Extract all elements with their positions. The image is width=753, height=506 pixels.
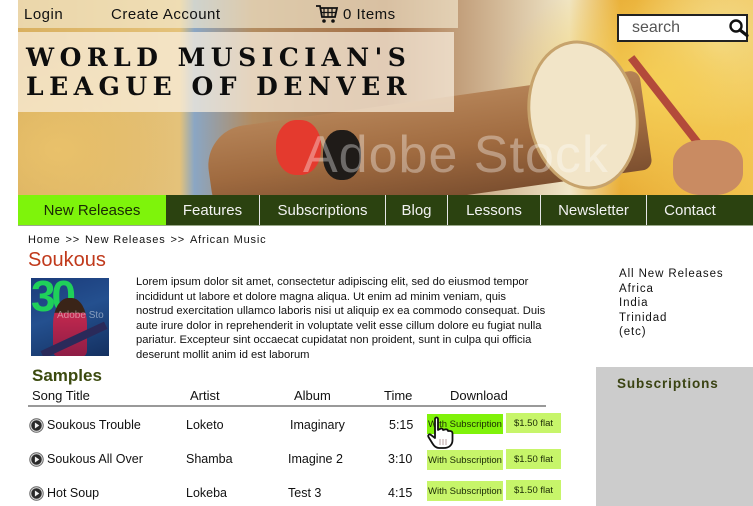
nav-item-lessons[interactable]: Lessons — [448, 195, 541, 225]
breadcrumb-new-releases[interactable]: New Releases — [85, 234, 166, 246]
download-flat-price-button[interactable]: $1.50 flat — [506, 413, 561, 433]
samples-title: Samples — [32, 366, 102, 385]
region-links: All New Releases Africa India Trinidad (… — [619, 267, 724, 340]
breadcrumb-separator: >> — [65, 234, 80, 246]
song-album: Test 3 — [288, 486, 322, 500]
song-title[interactable]: Soukous All Over — [47, 452, 143, 466]
create-account-link[interactable]: Create Account — [111, 6, 221, 23]
login-link[interactable]: Login — [24, 6, 63, 23]
main-nav: New Releases Features Subscriptions Blog… — [18, 195, 753, 226]
column-header-song-title: Song Title — [32, 388, 90, 403]
cart-count: 0 Items — [343, 5, 396, 23]
description-text: Lorem ipsum dolor sit amet, consectetur … — [136, 276, 546, 361]
subscriptions-title: Subscriptions — [617, 376, 719, 391]
breadcrumb-home[interactable]: Home — [28, 234, 61, 246]
table-row: Hot Soup Lokeba Test 3 4:15 With Subscri… — [28, 480, 568, 504]
song-time: 4:15 — [388, 486, 413, 500]
song-album: Imagine 2 — [288, 452, 343, 466]
play-icon[interactable] — [29, 418, 44, 433]
song-artist: Shamba — [186, 452, 233, 466]
search-box — [617, 14, 750, 42]
subscriptions-panel: Subscriptions — [596, 367, 753, 506]
song-album: Imaginary — [290, 418, 345, 432]
download-with-subscription-button[interactable]: With Subscription — [427, 481, 503, 501]
breadcrumb-african-music[interactable]: African Music — [190, 234, 266, 246]
search-input[interactable] — [632, 19, 728, 37]
breadcrumb: Home >> New Releases >> African Music — [28, 234, 266, 246]
search-icon — [729, 19, 749, 38]
column-header-time: Time — [384, 388, 413, 403]
nav-item-contact[interactable]: Contact — [647, 195, 733, 225]
album-art-watermark: Adobe Sto — [57, 310, 104, 321]
table-row: Soukous All Over Shamba Imagine 2 3:10 W… — [28, 448, 568, 470]
nav-item-features[interactable]: Features — [166, 195, 260, 225]
play-icon[interactable] — [29, 486, 44, 501]
site-title-line1: World Musician's — [26, 43, 412, 72]
nav-item-subscriptions[interactable]: Subscriptions — [260, 195, 386, 225]
nav-item-blog[interactable]: Blog — [386, 195, 448, 225]
song-time: 3:10 — [388, 452, 413, 466]
song-title[interactable]: Hot Soup — [47, 486, 99, 500]
search-button[interactable] — [728, 17, 750, 39]
side-link-all-new-releases[interactable]: All New Releases — [619, 267, 724, 282]
stock-watermark: Adobe Stock — [303, 126, 609, 184]
download-with-subscription-button[interactable]: With Subscription — [427, 414, 503, 434]
song-artist: Loketo — [186, 418, 224, 432]
site-title-line2: League of Denver — [26, 72, 412, 101]
download-flat-price-button[interactable]: $1.50 flat — [506, 480, 561, 500]
side-link-trinidad[interactable]: Trinidad — [619, 311, 724, 326]
side-link-africa[interactable]: Africa — [619, 282, 724, 297]
shopping-cart-icon — [316, 5, 339, 23]
top-bar: Login Create Account 0 Items — [18, 0, 458, 28]
table-header: Song Title Artist Album Time Download — [28, 385, 546, 407]
song-artist: Lokeba — [186, 486, 228, 500]
side-link-india[interactable]: India — [619, 296, 724, 311]
column-header-download: Download — [450, 388, 508, 403]
site-title-box: World Musician's League of Denver — [18, 32, 454, 112]
samples-table: Song Title Artist Album Time Download So… — [28, 385, 568, 501]
side-link-etc[interactable]: (etc) — [619, 325, 724, 340]
breadcrumb-separator: >> — [170, 234, 185, 246]
site-title: World Musician's League of Denver — [26, 43, 412, 101]
column-header-album: Album — [294, 388, 331, 403]
hand-image — [673, 140, 743, 195]
column-header-artist: Artist — [190, 388, 220, 403]
nav-item-newsletter[interactable]: Newsletter — [541, 195, 647, 225]
table-row: Soukous Trouble Loketo Imaginary 5:15 Wi… — [28, 413, 568, 436]
nav-item-new-releases[interactable]: New Releases — [18, 195, 166, 225]
page-title: Soukous — [28, 249, 106, 271]
album-art-image: 30 Adobe Sto — [31, 278, 109, 356]
cart-link[interactable]: 0 Items — [315, 4, 396, 24]
download-flat-price-button[interactable]: $1.50 flat — [506, 449, 561, 469]
play-icon[interactable] — [29, 452, 44, 467]
song-title[interactable]: Soukous Trouble — [47, 418, 141, 432]
song-time: 5:15 — [389, 418, 414, 432]
download-with-subscription-button[interactable]: With Subscription — [427, 450, 503, 470]
